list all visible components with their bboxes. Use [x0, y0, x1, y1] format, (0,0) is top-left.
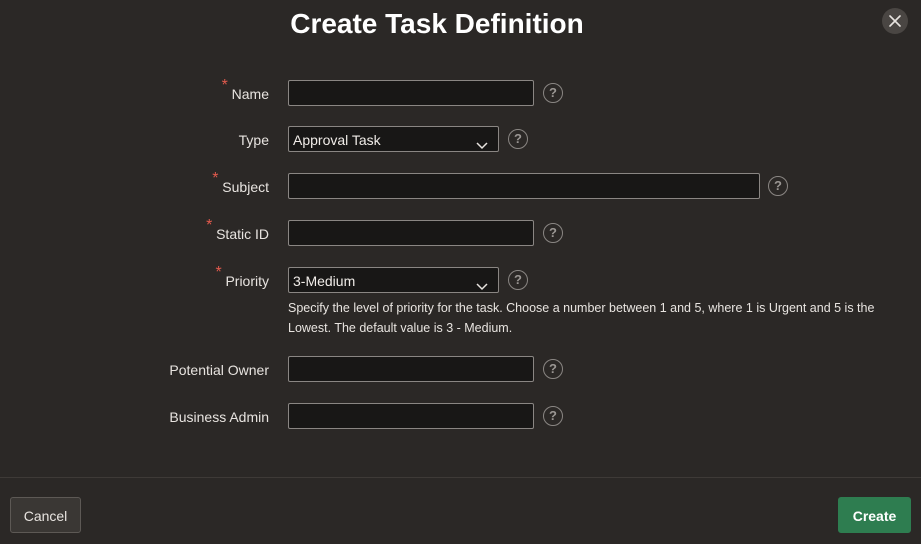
required-marker: *: [212, 170, 219, 187]
create-button[interactable]: Create: [838, 497, 911, 533]
priority-select-value: 3-Medium: [293, 273, 356, 289]
chevron-down-icon: [476, 133, 488, 159]
cancel-button[interactable]: Cancel: [10, 497, 81, 533]
potential-owner-label: Potential Owner: [169, 362, 269, 378]
subject-row: * Subject ?: [0, 170, 921, 201]
type-select-value: Approval Task: [293, 132, 381, 148]
name-label: * Name: [222, 77, 269, 108]
create-task-definition-dialog: Create Task Definition * Name ? Type App…: [0, 0, 921, 544]
static-id-help-icon[interactable]: ?: [543, 223, 563, 243]
subject-input[interactable]: [288, 173, 760, 199]
subject-label: * Subject: [212, 170, 269, 201]
required-marker: *: [221, 77, 228, 94]
potential-owner-row: Potential Owner ?: [0, 356, 921, 384]
static-id-row: * Static ID ?: [0, 217, 921, 248]
business-admin-input[interactable]: [288, 403, 534, 429]
type-row: Type Approval Task ?: [0, 126, 921, 154]
name-row: * Name ?: [0, 77, 921, 108]
business-admin-label: Business Admin: [169, 409, 269, 425]
type-select[interactable]: Approval Task: [288, 126, 499, 152]
close-button[interactable]: [882, 8, 908, 34]
subject-help-icon[interactable]: ?: [768, 176, 788, 196]
business-admin-help-icon[interactable]: ?: [543, 406, 563, 426]
priority-help-icon[interactable]: ?: [508, 270, 528, 290]
business-admin-row: Business Admin ?: [0, 403, 921, 431]
name-help-icon[interactable]: ?: [543, 83, 563, 103]
potential-owner-input[interactable]: [288, 356, 534, 382]
priority-label: * Priority: [215, 264, 269, 295]
potential-owner-help-icon[interactable]: ?: [543, 359, 563, 379]
required-marker: *: [206, 217, 213, 234]
static-id-label: * Static ID: [206, 217, 269, 248]
static-id-input[interactable]: [288, 220, 534, 246]
type-label: Type: [238, 132, 269, 148]
footer-divider: [0, 477, 921, 478]
name-input[interactable]: [288, 80, 534, 106]
priority-row: * Priority 3-Medium ?: [0, 264, 921, 295]
close-icon: [889, 15, 901, 27]
dialog-title: Create Task Definition: [290, 8, 584, 39]
type-help-icon[interactable]: ?: [508, 129, 528, 149]
required-marker: *: [215, 264, 222, 281]
chevron-down-icon: [476, 274, 488, 300]
priority-select[interactable]: 3-Medium: [288, 267, 499, 293]
priority-help-text: Specify the level of priority for the ta…: [288, 301, 875, 335]
